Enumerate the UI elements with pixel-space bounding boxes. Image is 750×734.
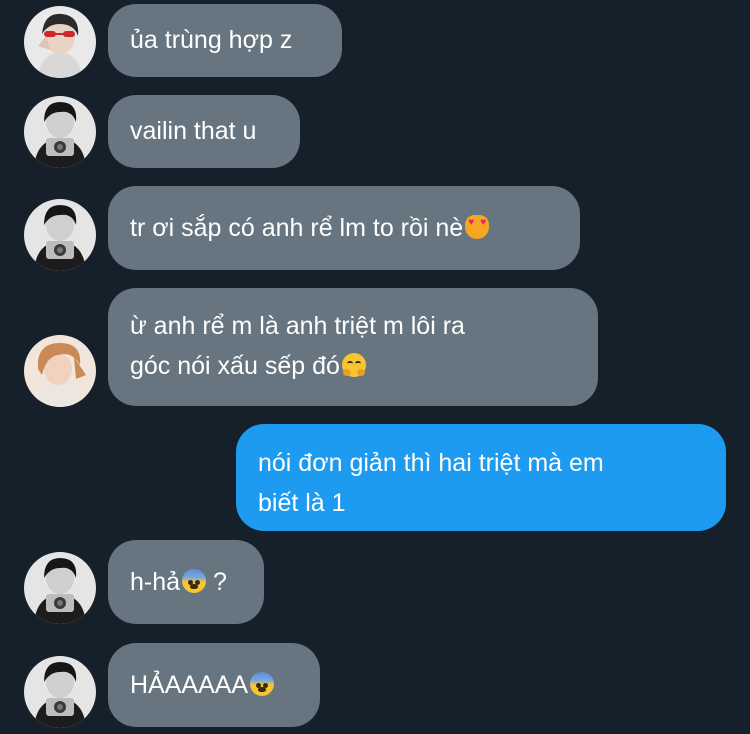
message-bubble-1[interactable]: ủa trùng hợp z [108, 4, 342, 77]
avatar-blond-image [24, 335, 96, 407]
avatar-camera-image [24, 656, 96, 728]
message-text-6: h-hả [130, 568, 181, 596]
message-bubble-5[interactable]: nói đơn giản thì hai triệt mà em biết là… [236, 424, 726, 531]
avatar-camera[interactable] [24, 656, 96, 728]
message-bubble-6[interactable]: h-hả ? [108, 540, 264, 624]
avatar-camera[interactable] [24, 552, 96, 624]
avatar-camera-image [24, 96, 96, 168]
avatar-red-glasses[interactable] [24, 6, 96, 78]
fearful-face-icon [182, 569, 207, 593]
message-text-4-line-2: góc nói xấu sếp đó [130, 352, 340, 380]
message-bubble-2[interactable]: vailin that u [108, 95, 300, 168]
message-bubble-3[interactable]: tr ơi sắp có anh rể lm to rồi nè [108, 186, 580, 270]
avatar-blond[interactable] [24, 335, 96, 407]
message-text-2: vailin that u [130, 117, 257, 145]
message-text-4-line-1: ừ anh rể m là anh triệt m lôi ra [130, 312, 465, 340]
message-text-5-line-2: biết là 1 [258, 489, 346, 517]
heart-eyes-cat-icon [465, 215, 490, 239]
message-text-3: tr ơi sắp có anh rể lm to rồi nè [130, 214, 464, 242]
fearful-face-icon [250, 672, 275, 696]
message-bubble-4[interactable]: ừ anh rể m là anh triệt m lôi ra góc nói… [108, 288, 598, 406]
message-text-4-line-2-row: góc nói xấu sếp đó [130, 346, 576, 386]
avatar-red-glasses-image [24, 6, 96, 78]
hugging-face-icon [341, 353, 366, 377]
avatar-camera-image [24, 199, 96, 271]
message-text-1: ủa trùng hợp z [130, 26, 293, 54]
avatar-camera[interactable] [24, 199, 96, 271]
message-text-5-line-1: nói đơn giản thì hai triệt mà em [258, 449, 604, 477]
avatar-camera-image [24, 552, 96, 624]
avatar-camera[interactable] [24, 96, 96, 168]
message-text-7: HẢAAAAA [130, 671, 249, 699]
message-bubble-7[interactable]: HẢAAAAA [108, 643, 320, 727]
message-text-6-suffix: ? [206, 568, 227, 596]
